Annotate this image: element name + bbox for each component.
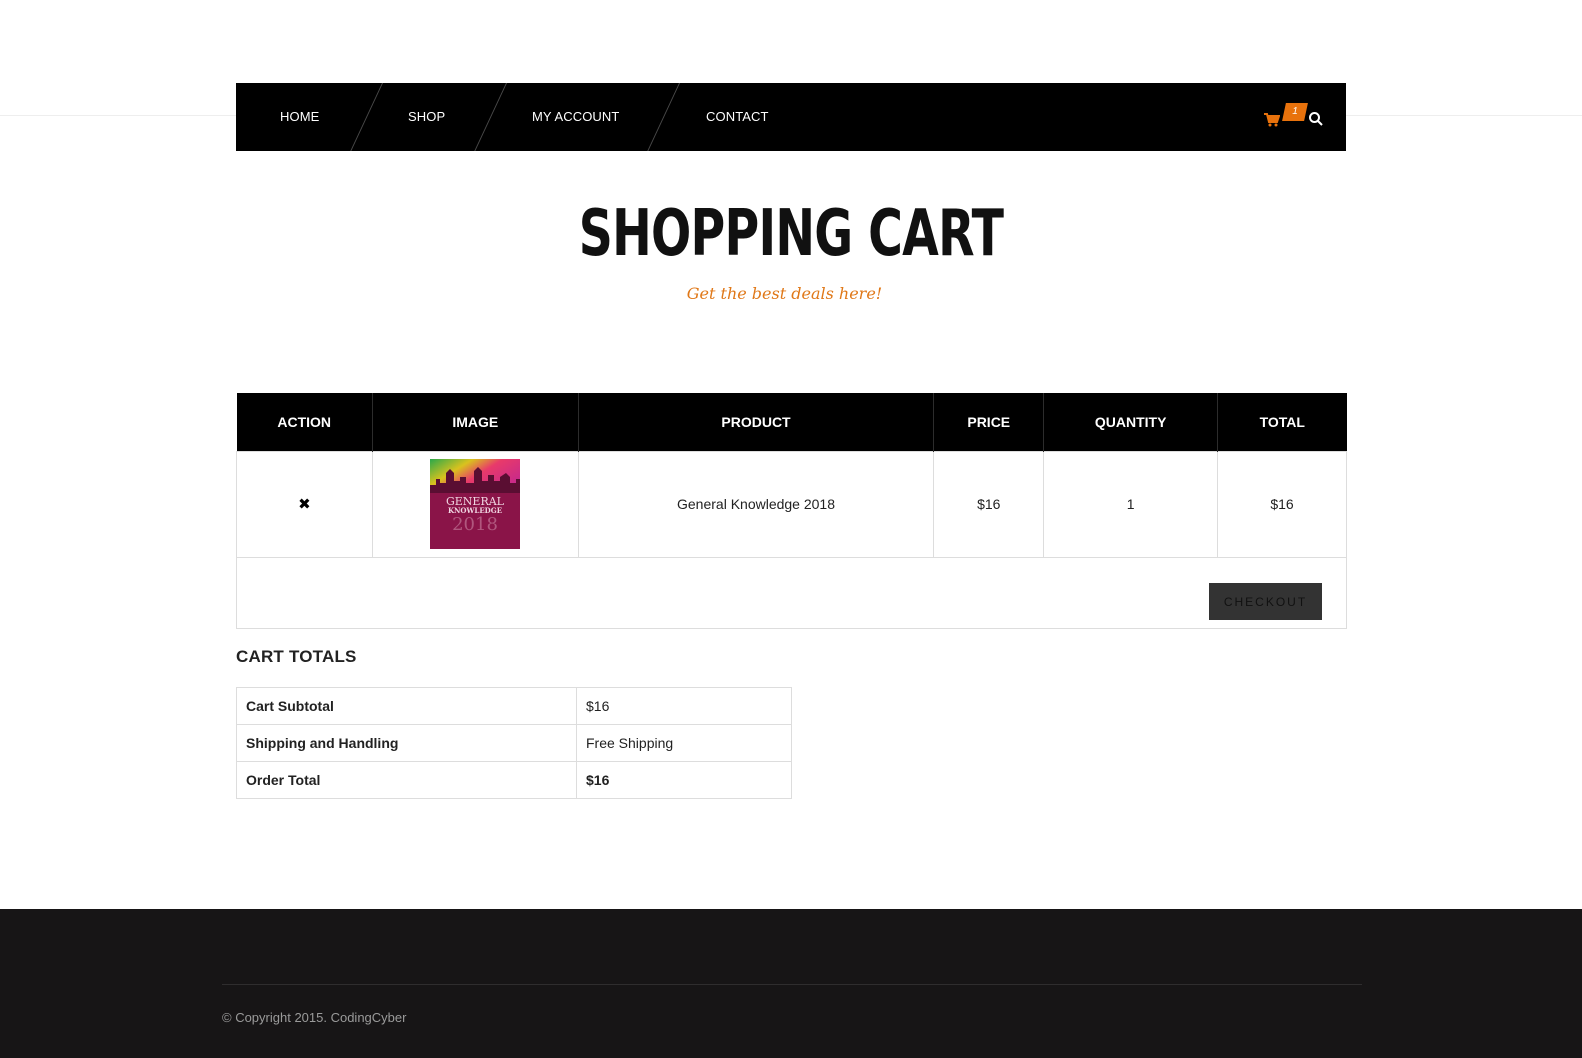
page-subtitle: Get the best deals here! [686,284,883,303]
table-row: ✖ GENERAL KNOWLEDGE 2018 General Knowled… [236,450,1347,558]
col-action: ACTION [236,393,373,451]
main-navbar: HOME SHOP MY ACCOUNT CONTACT 1 [236,83,1346,151]
footer-divider [222,984,1362,985]
total-cell: $16 [1217,450,1347,558]
order-total-label: Order Total [236,761,577,799]
page-title: SHOPPING CART [578,197,1004,271]
nav-separator [647,83,680,151]
cart-totals-table: Cart Subtotal $16 Shipping and Handling … [236,687,792,799]
nav-contact[interactable]: CONTACT [706,83,769,151]
cart-button[interactable]: 1 [1264,101,1308,135]
quantity-cell[interactable]: 1 [1043,450,1219,558]
table-row: Shipping and Handling Free Shipping [236,724,792,762]
product-cell[interactable]: General Knowledge 2018 [577,450,935,558]
thumbnail-line-3: 2018 [452,514,498,535]
nav-separator [350,83,383,151]
magnifier-icon[interactable] [1308,111,1324,127]
nav-home[interactable]: HOME [280,83,319,151]
checkout-row: CHECKOUT [236,557,1347,629]
table-row: Order Total $16 [236,761,792,799]
subtotal-label: Cart Subtotal [236,687,577,725]
nav-separator [474,83,507,151]
cart-count-badge: 1 [1282,103,1308,121]
checkout-button[interactable]: CHECKOUT [1209,583,1322,620]
remove-item-icon[interactable]: ✖ [298,496,311,513]
cart-totals-heading: CART TOTALS [236,647,357,666]
cart-table: ACTION IMAGE PRODUCT PRICE QUANTITY TOTA… [236,393,1347,558]
subtotal-value: $16 [576,687,792,725]
copyright-text: © Copyright 2015. CodingCyber [222,1010,407,1025]
nav-shop[interactable]: SHOP [408,83,445,151]
col-quantity: QUANTITY [1043,393,1218,451]
cart-table-header: ACTION IMAGE PRODUCT PRICE QUANTITY TOTA… [236,393,1347,451]
col-total: TOTAL [1217,393,1347,451]
table-row: Cart Subtotal $16 [236,687,792,725]
shipping-label: Shipping and Handling [236,724,577,762]
col-image: IMAGE [371,393,579,451]
shopping-cart-icon [1264,113,1280,127]
action-cell: ✖ [236,450,373,558]
nav-my-account[interactable]: MY ACCOUNT [532,83,619,151]
col-product: PRODUCT [577,393,934,451]
product-thumbnail[interactable]: GENERAL KNOWLEDGE 2018 [430,459,521,549]
order-total-value: $16 [576,761,792,799]
shipping-value: Free Shipping [576,724,792,762]
col-price: PRICE [933,393,1044,451]
page: HOME SHOP MY ACCOUNT CONTACT 1 SHOPPING … [0,0,1582,1058]
image-cell: GENERAL KNOWLEDGE 2018 [371,450,579,558]
footer: © Copyright 2015. CodingCyber [0,909,1582,1058]
price-cell: $16 [933,450,1045,558]
